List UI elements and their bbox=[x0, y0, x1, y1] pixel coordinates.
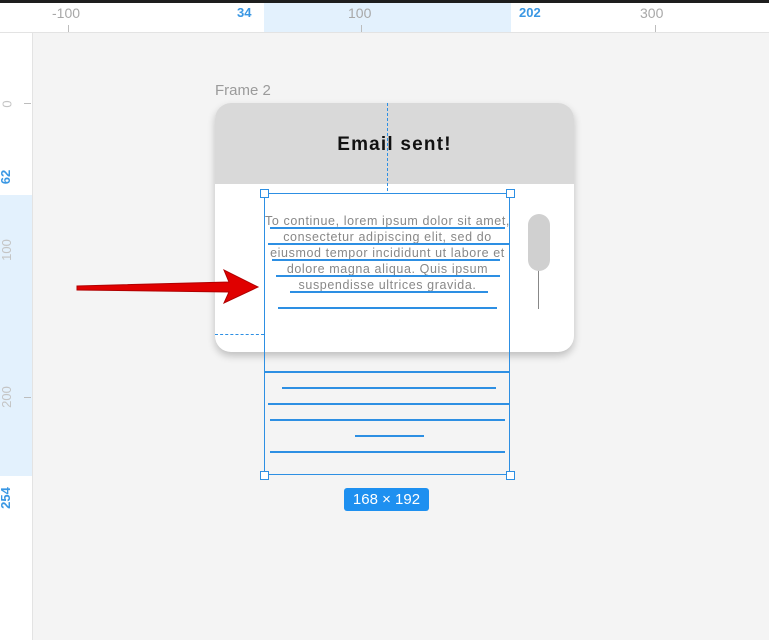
red-arrow-icon bbox=[76, 268, 260, 305]
